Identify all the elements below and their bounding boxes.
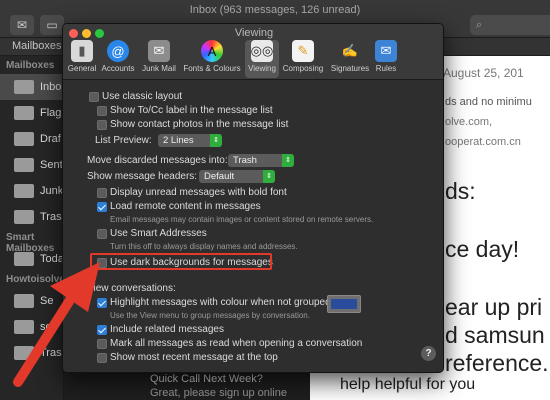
annotation-arrow xyxy=(13,262,100,387)
